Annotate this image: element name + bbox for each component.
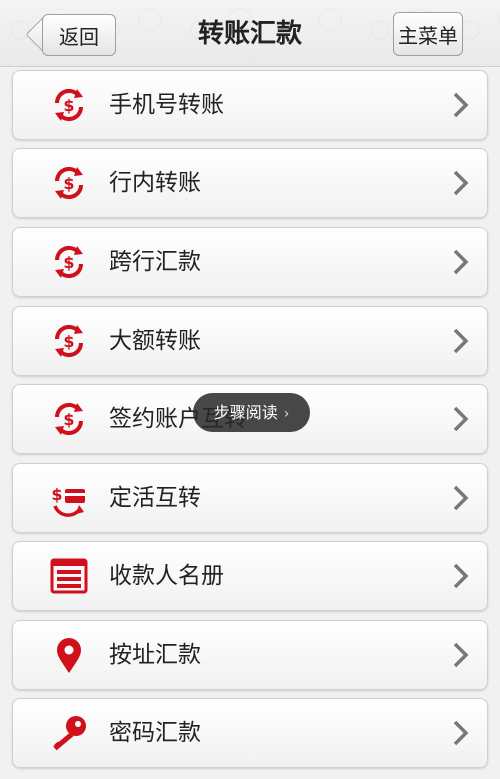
chevron-right-icon bbox=[453, 170, 469, 196]
menu-item-label: 行内转账 bbox=[109, 170, 201, 196]
money-transfer-icon: $ bbox=[54, 402, 84, 436]
chevron-right-icon: › bbox=[283, 406, 290, 422]
step-reading-toast[interactable]: 步骤阅读 › bbox=[193, 393, 310, 432]
back-button-label: 返回 bbox=[59, 24, 99, 49]
menu-item-address-remittance[interactable]: 按址汇款 bbox=[12, 620, 488, 690]
back-button[interactable]: 返回 bbox=[42, 14, 116, 56]
menu-item-intrabank-transfer[interactable]: $ 行内转账 bbox=[12, 148, 488, 218]
payee-list-icon bbox=[50, 558, 88, 594]
svg-text:$: $ bbox=[63, 174, 74, 193]
main-menu-label: 主菜单 bbox=[398, 23, 458, 48]
chevron-right-icon bbox=[453, 328, 469, 354]
menu-item-label: 密码汇款 bbox=[109, 720, 201, 746]
chevron-right-icon bbox=[453, 406, 469, 432]
menu-item-label: 跨行汇款 bbox=[109, 249, 201, 275]
menu-item-fixed-demand-transfer[interactable]: $ 定活互转 bbox=[12, 463, 488, 533]
chevron-right-icon bbox=[453, 249, 469, 275]
page-title: 转账汇款 bbox=[197, 19, 302, 49]
money-transfer-icon: $ bbox=[54, 88, 84, 122]
back-button-area: 返回 bbox=[0, 0, 130, 66]
menu-item-label: 按址汇款 bbox=[109, 642, 201, 668]
money-transfer-icon: $ bbox=[54, 245, 84, 279]
menu-item-password-remittance[interactable]: 密码汇款 bbox=[12, 698, 488, 768]
key-icon bbox=[53, 716, 86, 751]
chevron-right-icon bbox=[453, 92, 469, 118]
money-transfer-icon: $ bbox=[54, 166, 84, 200]
svg-text:$: $ bbox=[63, 410, 74, 429]
menu-item-label: 收款人名册 bbox=[109, 563, 224, 589]
money-transfer-icon: $ bbox=[54, 324, 84, 358]
menu-item-label: 大额转账 bbox=[109, 328, 201, 354]
card-exchange-icon: $ bbox=[51, 485, 85, 517]
svg-text:$: $ bbox=[63, 96, 74, 115]
menu-item-interbank-remittance[interactable]: $ 跨行汇款 bbox=[12, 227, 488, 297]
menu-item-large-transfer[interactable]: $ 大额转账 bbox=[12, 306, 488, 376]
svg-text:$: $ bbox=[63, 253, 74, 272]
chevron-right-icon bbox=[453, 720, 469, 746]
menu-item-mobile-transfer[interactable]: $ 手机号转账 bbox=[12, 70, 488, 140]
menu-item-payee-list[interactable]: 收款人名册 bbox=[12, 541, 488, 611]
svg-text:$: $ bbox=[63, 332, 74, 351]
chevron-right-icon bbox=[453, 642, 469, 668]
menu-item-label: 手机号转账 bbox=[109, 92, 224, 118]
location-pin-icon bbox=[57, 638, 81, 673]
chevron-right-icon bbox=[453, 485, 469, 511]
menu-item-label: 定活互转 bbox=[109, 485, 201, 511]
toast-label: 步骤阅读 bbox=[213, 403, 278, 422]
chevron-right-icon bbox=[453, 563, 469, 589]
svg-text:$: $ bbox=[51, 485, 62, 504]
main-menu-button[interactable]: 主菜单 bbox=[393, 12, 463, 56]
